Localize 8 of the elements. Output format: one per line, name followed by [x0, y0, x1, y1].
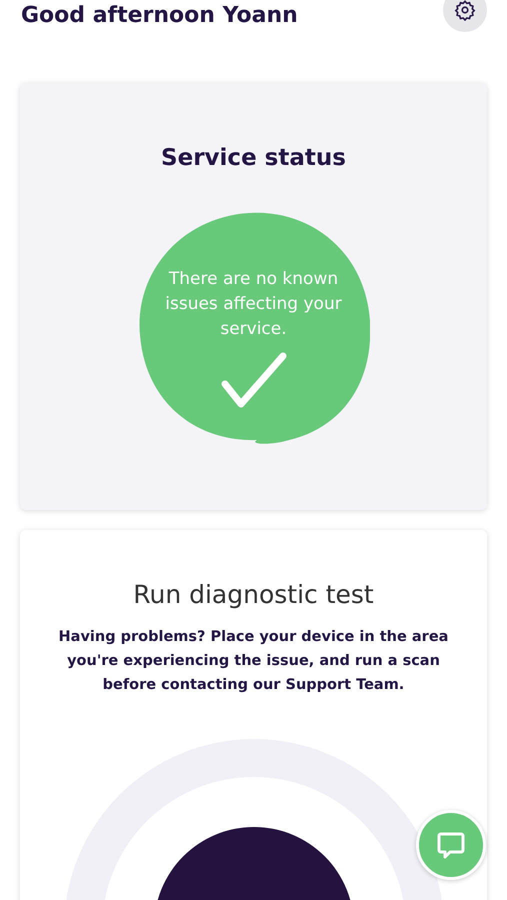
greeting-heading: Good afternoon Yoann: [21, 2, 298, 28]
checkmark-icon: [220, 352, 286, 410]
card-title: Service status: [161, 145, 346, 171]
settings-button[interactable]: [443, 0, 487, 32]
settings-icon: [454, 0, 476, 21]
status-message: There are no known issues affecting your service.: [164, 268, 343, 341]
diagnostic-description: Having problems? Place your device in the area you're experiencing the issue, and run a scan before contacting our Support Team.: [58, 628, 450, 695]
card-title: Run diagnostic test: [133, 580, 374, 609]
